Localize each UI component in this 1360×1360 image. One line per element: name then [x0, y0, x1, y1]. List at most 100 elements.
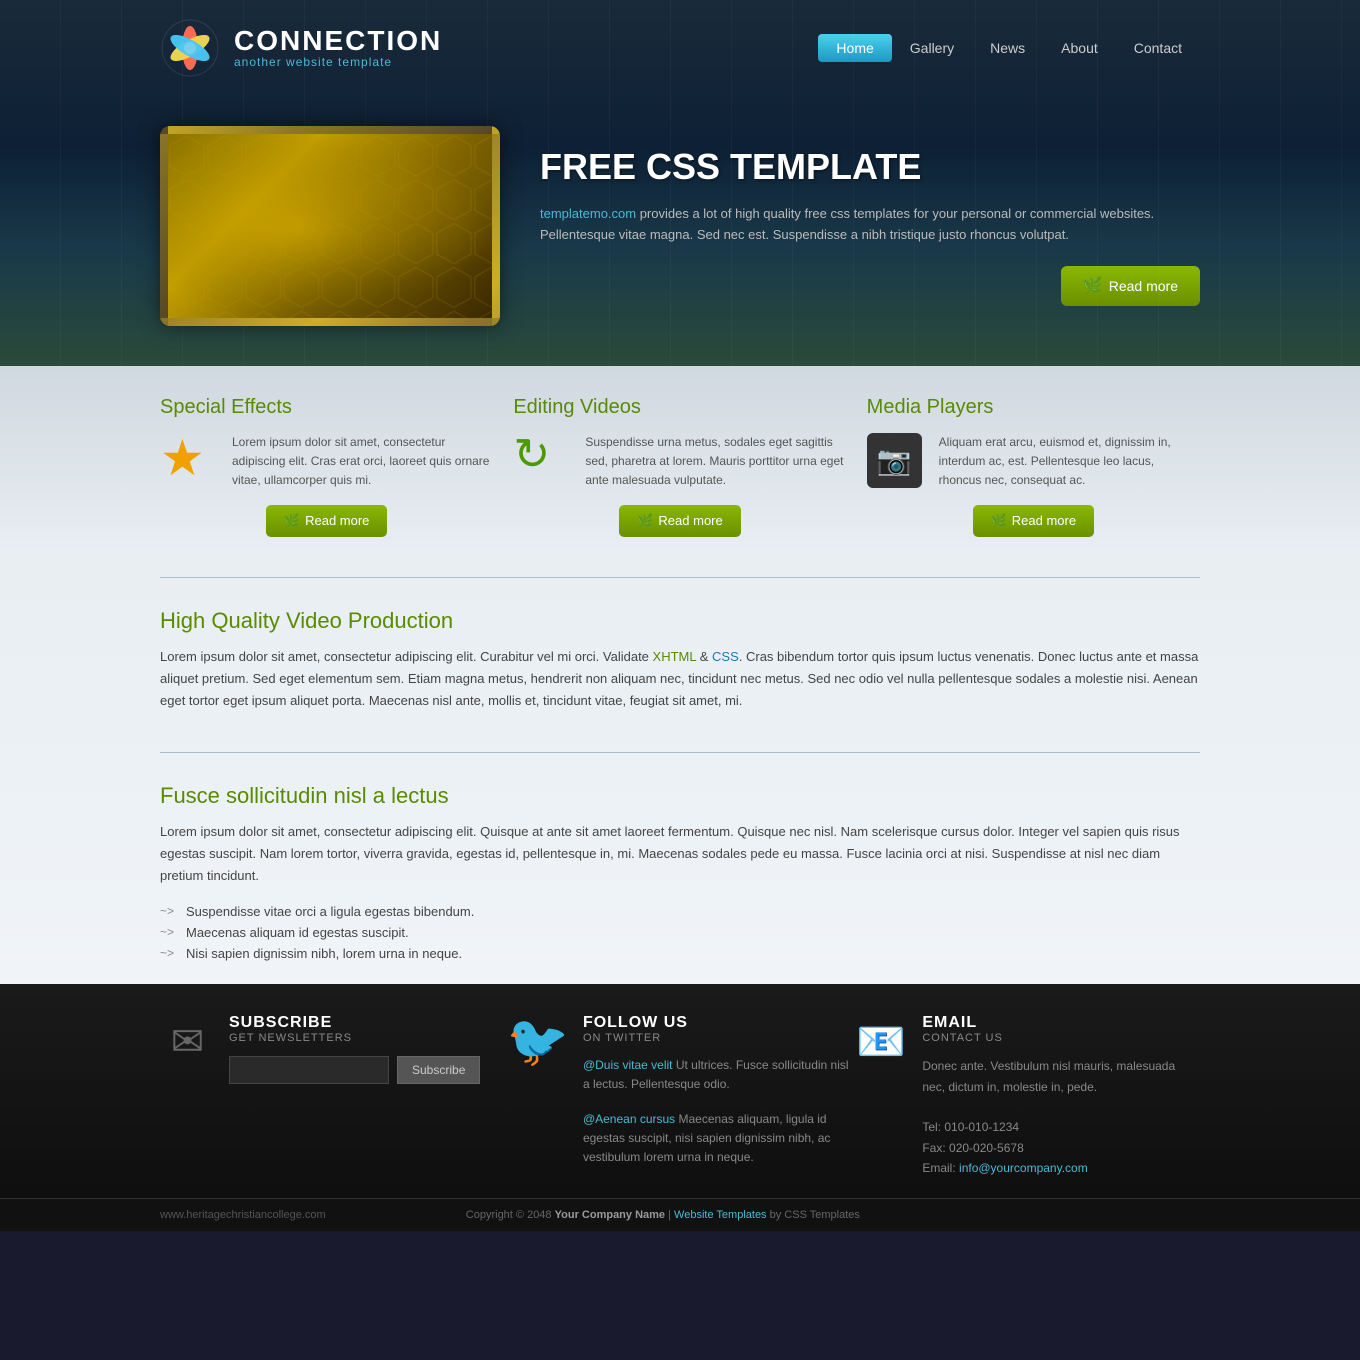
feature-btn-wrap-1: 🌿 Read more: [160, 505, 493, 537]
btn-icon-1: 🌿: [284, 513, 300, 529]
twitter-handle-2[interactable]: @Aenean cursus: [583, 1112, 675, 1126]
footer-twitter-col: 🐦 FOLLOW US ON TWITTER @Duis vitae velit…: [507, 1014, 854, 1178]
company-name: Your Company Name: [555, 1209, 665, 1221]
contact-text: Donec ante. Vestibulum nisl mauris, male…: [922, 1056, 1200, 1178]
subscribe-form: Subscribe: [229, 1056, 507, 1084]
content-inner: Special Effects ★ Lorem ipsum dolor sit …: [140, 366, 1220, 984]
star-icon: ★: [160, 430, 205, 486]
logo-area: CONNECTION another website template: [160, 18, 818, 78]
refresh-icon: ↻: [513, 430, 550, 479]
subscribe-button[interactable]: Subscribe: [397, 1056, 480, 1084]
nav-gallery[interactable]: Gallery: [892, 34, 972, 62]
contact-body: Donec ante. Vestibulum nisl mauris, male…: [922, 1059, 1175, 1093]
camera-icon-wrap: 📷: [867, 433, 927, 488]
hero-read-more-button[interactable]: 🌿 Read more: [1061, 266, 1200, 306]
email-address-link[interactable]: info@yourcompany.com: [959, 1161, 1088, 1175]
copy-text: Copyright © 2048: [466, 1209, 555, 1221]
hero-image: [160, 126, 500, 326]
hero-title: FREE CSS TEMPLATE: [540, 146, 1200, 188]
feature-text-1: Lorem ipsum dolor sit amet, consectetur …: [232, 433, 493, 491]
nav-news[interactable]: News: [972, 34, 1043, 62]
email-content: EMAIL CONTACT US Donec ante. Vestibulum …: [922, 1014, 1200, 1178]
contact-fax: Fax: 020-020-5678: [922, 1141, 1023, 1155]
xhtml-link[interactable]: XHTML: [653, 649, 697, 664]
tweet-2: @Aenean cursus Maecenas aliquam, ligula …: [583, 1110, 853, 1168]
email-label: Email:: [922, 1161, 959, 1175]
feature-col-3: Media Players 📷 Aliquam erat arcu, euism…: [867, 396, 1200, 537]
feature-btn-label-2: Read more: [658, 513, 722, 528]
divider-1: [160, 577, 1200, 578]
btn-icon-2: 🌿: [637, 513, 653, 529]
star-icon-wrap: ★: [160, 433, 220, 483]
footer-top: ✉ SUBSCRIBE GET NEWSLETTERS Subscribe 🐦 …: [140, 984, 1220, 1198]
section1-text: Lorem ipsum dolor sit amet, consectetur …: [160, 646, 1200, 712]
refresh-icon-wrap: ↻: [513, 433, 573, 477]
subscribe-content: SUBSCRIBE GET NEWSLETTERS Subscribe: [229, 1014, 507, 1084]
navigation: CONNECTION another website template Home…: [160, 0, 1200, 96]
section-video-production: High Quality Video Production Lorem ipsu…: [160, 598, 1200, 732]
feature-col-1: Special Effects ★ Lorem ipsum dolor sit …: [160, 396, 513, 537]
feature-col-2: Editing Videos ↻ Suspendisse urna metus,…: [513, 396, 866, 537]
footer-subscribe-col: ✉ SUBSCRIBE GET NEWSLETTERS Subscribe: [160, 1014, 507, 1178]
nav-contact[interactable]: Contact: [1116, 34, 1200, 62]
section2-text: Lorem ipsum dolor sit amet, consectetur …: [160, 821, 1200, 887]
css-link[interactable]: CSS: [712, 649, 739, 664]
section1-title: High Quality Video Production: [160, 608, 1200, 634]
hero-link[interactable]: templatemo.com: [540, 206, 636, 221]
footer: ✉ SUBSCRIBE GET NEWSLETTERS Subscribe 🐦 …: [0, 984, 1360, 1231]
logo-icon: [160, 18, 220, 78]
site-url: www.heritagechristiancollege.com: [160, 1209, 326, 1221]
feature-btn-wrap-2: 🌿 Read more: [513, 505, 846, 537]
subscribe-input[interactable]: [229, 1056, 389, 1084]
read-more-label: Read more: [1109, 278, 1178, 294]
hero-section: FREE CSS TEMPLATE templatemo.com provide…: [160, 96, 1200, 366]
logo-text: CONNECTION another website template: [234, 27, 442, 69]
tweet-1: @Duis vitae velit Ut ultrices. Fusce sol…: [583, 1056, 853, 1094]
twitter-handle-1[interactable]: @Duis vitae velit: [583, 1058, 673, 1072]
feature-body-1: ★ Lorem ipsum dolor sit amet, consectetu…: [160, 433, 493, 491]
divider-2: [160, 752, 1200, 753]
section1-text-before: Lorem ipsum dolor sit amet, consectetur …: [160, 649, 653, 664]
website-templates-link[interactable]: Website Templates: [674, 1209, 767, 1221]
footer-bottom-inner: www.heritagechristiancollege.com Copyrig…: [140, 1209, 1220, 1221]
feature-title-3: Media Players: [867, 396, 1200, 419]
feature-text-2: Suspendisse urna metus, sodales eget sag…: [585, 433, 846, 491]
section-fusce: Fusce sollicitudin nisl a lectus Lorem i…: [160, 773, 1200, 984]
copy-by: by CSS Templates: [767, 1209, 860, 1221]
twitter-subtitle: ON TWITTER: [583, 1032, 853, 1044]
feature-btn-wrap-3: 🌿 Read more: [867, 505, 1200, 537]
twitter-icon-wrap: 🐦: [507, 1014, 569, 1069]
hero-content: FREE CSS TEMPLATE templatemo.com provide…: [540, 146, 1200, 306]
nav-home[interactable]: Home: [818, 34, 891, 62]
mail-icon-wrap: ✉: [160, 1014, 215, 1069]
nav-about[interactable]: About: [1043, 34, 1116, 62]
section2-list: Suspendisse vitae orci a ligula egestas …: [160, 901, 1200, 964]
contact-tel: Tel: 010-010-1234: [922, 1120, 1019, 1134]
twitter-icon: 🐦: [507, 1012, 569, 1071]
header: CONNECTION another website template Home…: [0, 0, 1360, 366]
subscribe-title: SUBSCRIBE: [229, 1014, 507, 1032]
email-title: EMAIL: [922, 1014, 1200, 1032]
footer-bottom: www.heritagechristiancollege.com Copyrig…: [0, 1198, 1360, 1231]
feature-body-3: 📷 Aliquam erat arcu, euismod et, digniss…: [867, 433, 1200, 491]
feature-read-more-2[interactable]: 🌿 Read more: [619, 505, 741, 537]
camera-icon: 📷: [867, 433, 922, 488]
main-content: Special Effects ★ Lorem ipsum dolor sit …: [0, 366, 1360, 984]
twitter-title: FOLLOW US: [583, 1014, 853, 1032]
hero-description: templatemo.com provides a lot of high qu…: [540, 204, 1200, 246]
feature-columns: Special Effects ★ Lorem ipsum dolor sit …: [160, 366, 1200, 557]
nav-links: Home Gallery News About Contact: [818, 34, 1200, 62]
feature-text-3: Aliquam erat arcu, euismod et, dignissim…: [939, 433, 1200, 491]
email-icon: 📧: [856, 1018, 906, 1065]
feature-read-more-1[interactable]: 🌿 Read more: [266, 505, 388, 537]
copyright: Copyright © 2048 Your Company Name | Web…: [326, 1209, 1000, 1221]
email-icon-wrap: 📧: [853, 1014, 908, 1069]
email-subtitle: CONTACT US: [922, 1032, 1200, 1044]
subscribe-subtitle: GET NEWSLETTERS: [229, 1032, 507, 1044]
footer-email-col: 📧 EMAIL CONTACT US Donec ante. Vestibulu…: [853, 1014, 1200, 1178]
section2-title: Fusce sollicitudin nisl a lectus: [160, 783, 1200, 809]
feature-body-2: ↻ Suspendisse urna metus, sodales eget s…: [513, 433, 846, 491]
site-subtitle: another website template: [234, 55, 442, 69]
feature-read-more-3[interactable]: 🌿 Read more: [973, 505, 1095, 537]
site-title: CONNECTION: [234, 27, 442, 55]
